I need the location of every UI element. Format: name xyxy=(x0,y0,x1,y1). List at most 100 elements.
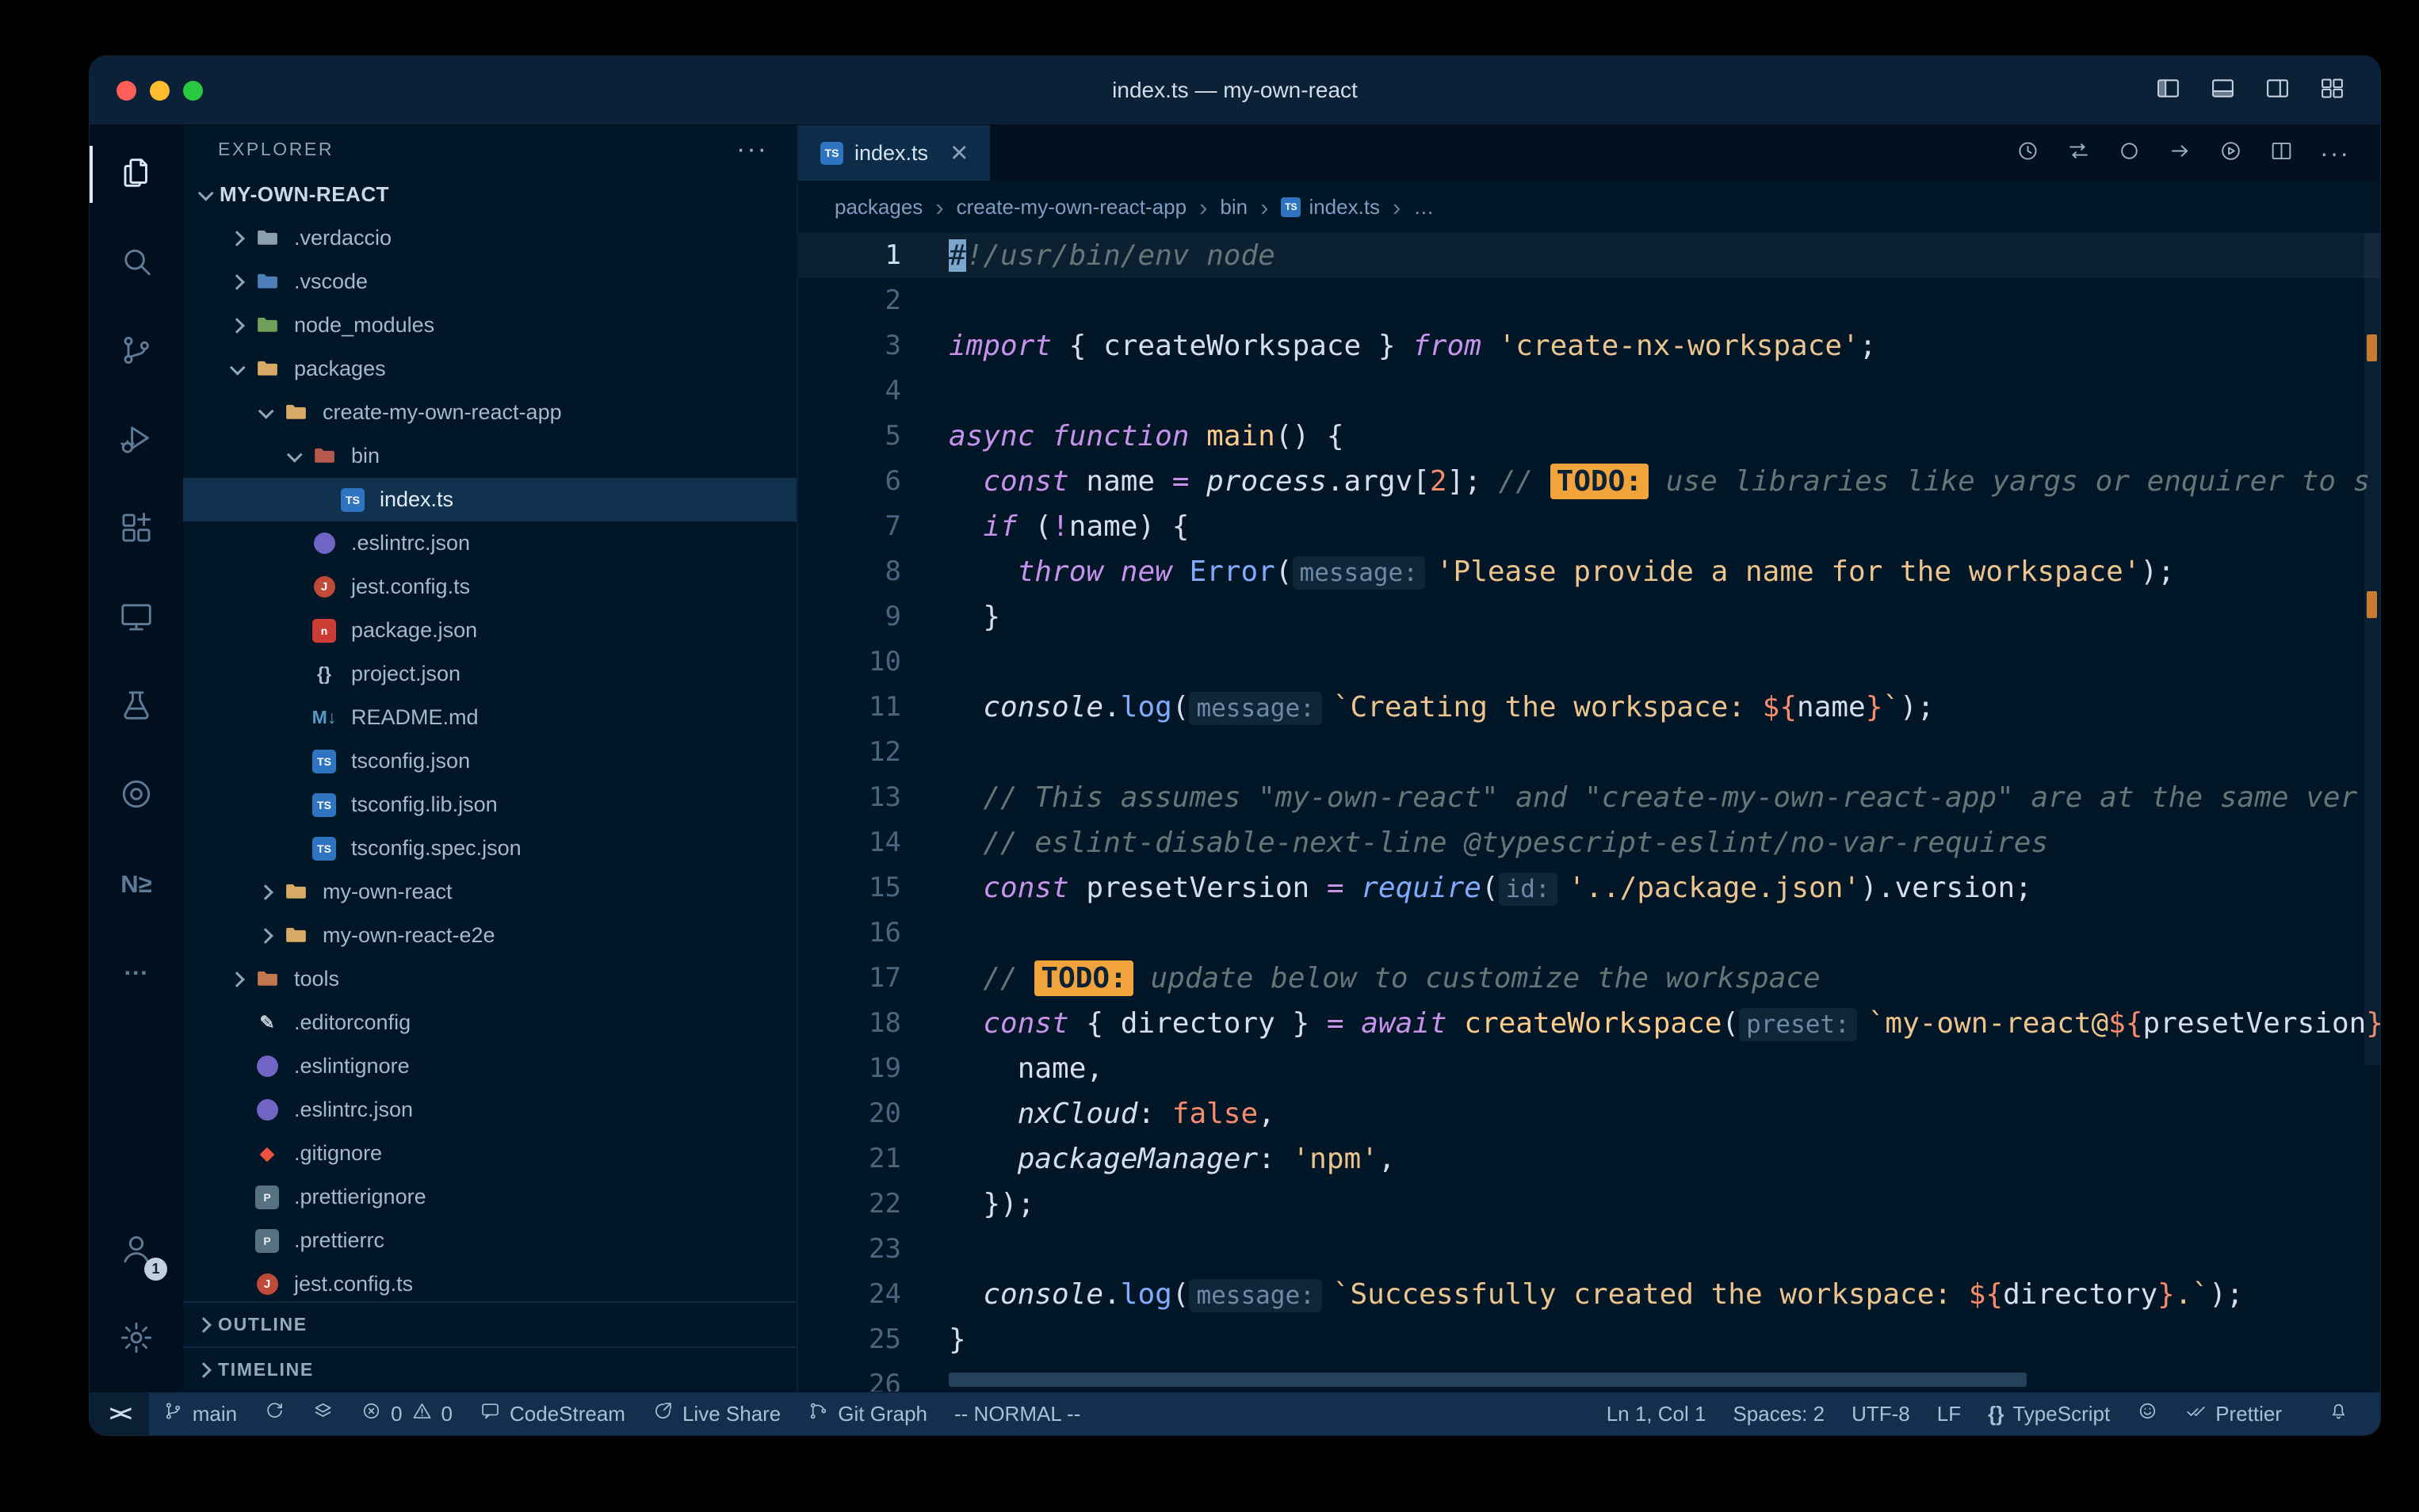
tree-item-project-json[interactable]: {}project.json xyxy=(183,652,797,696)
tree-item-node-modules[interactable]: node_modules xyxy=(183,304,797,347)
layout-grid-button[interactable] xyxy=(2319,75,2345,105)
code-line[interactable]: 11 console.log(message:`Creating the wor… xyxy=(798,685,2380,730)
code-line[interactable]: 2 xyxy=(798,278,2380,323)
tree-item--verdaccio[interactable]: .verdaccio xyxy=(183,216,797,260)
tree-item--prettierrc[interactable]: P.prettierrc xyxy=(183,1219,797,1262)
tree-item-bin[interactable]: bin xyxy=(183,434,797,478)
explorer-more-actions-icon[interactable]: ··· xyxy=(736,134,768,165)
status-cursor-position[interactable]: Ln 1, Col 1 xyxy=(1593,1392,1720,1435)
activity-run-debug[interactable] xyxy=(90,396,183,485)
chevron-down-icon[interactable] xyxy=(251,391,280,434)
tree-item-tsconfig-json[interactable]: TStsconfig.json xyxy=(183,739,797,783)
code-line[interactable]: 16 xyxy=(798,911,2380,956)
breadcrumb-symbol-path[interactable]: … xyxy=(1413,195,1434,220)
code-line[interactable]: 20 nxCloud: false, xyxy=(798,1091,2380,1136)
activity-accounts[interactable]: 1 xyxy=(90,1206,183,1295)
code-line[interactable]: 1#!/usr/bin/env node xyxy=(798,233,2380,278)
activity-testing[interactable] xyxy=(90,662,183,751)
tree-item--vscode[interactable]: .vscode xyxy=(183,260,797,304)
code-line[interactable]: 7 if (!name) { xyxy=(798,504,2380,549)
tree-item-tsconfig-lib-json[interactable]: TStsconfig.lib.json xyxy=(183,783,797,827)
activity-extensions[interactable] xyxy=(90,485,183,574)
status-vim-mode[interactable]: -- NORMAL -- xyxy=(941,1392,1094,1435)
code-line[interactable]: 9 } xyxy=(798,594,2380,640)
code-line[interactable]: 13 // This assumes "my-own-react" and "c… xyxy=(798,775,2380,820)
activity-gitlens[interactable] xyxy=(90,751,183,840)
code-line[interactable]: 14 // eslint-disable-next-line @typescri… xyxy=(798,820,2380,865)
layout-sidebar-left-button[interactable] xyxy=(2155,75,2181,105)
tree-item--eslintignore[interactable]: .eslintignore xyxy=(183,1044,797,1088)
tree-item-readme-md[interactable]: M↓README.md xyxy=(183,696,797,739)
tree-item--eslintrc-json[interactable]: .eslintrc.json xyxy=(183,521,797,565)
status-eol[interactable]: LF xyxy=(1924,1392,1974,1435)
code-line[interactable]: 8 throw new Error(message:'Please provid… xyxy=(798,549,2380,594)
tree-item--gitignore[interactable]: ◆.gitignore xyxy=(183,1132,797,1175)
code-line[interactable]: 25} xyxy=(798,1317,2380,1362)
breadcrumb-index-ts[interactable]: TSindex.ts xyxy=(1281,195,1380,220)
tree-item-jest-config-ts[interactable]: Jjest.config.ts xyxy=(183,1262,797,1301)
breadcrumb-bin[interactable]: bin xyxy=(1220,195,1248,220)
activity-source-control[interactable] xyxy=(90,307,183,396)
chevron-right-icon[interactable] xyxy=(251,914,280,957)
activity-search[interactable] xyxy=(90,219,183,307)
code-line[interactable]: 3import { createWorkspace } from 'create… xyxy=(798,323,2380,368)
status-sync-status[interactable] xyxy=(250,1392,299,1435)
close-button[interactable] xyxy=(117,81,136,101)
activity-nx-console[interactable]: N≥ xyxy=(90,840,183,929)
status-git-graph[interactable]: Git Graph xyxy=(794,1392,941,1435)
tree-item-tsconfig-spec-json[interactable]: TStsconfig.spec.json xyxy=(183,827,797,870)
tree-item-my-own-react-e2e[interactable]: my-own-react-e2e xyxy=(183,914,797,957)
toolbar-open-changes[interactable] xyxy=(2168,139,2192,167)
code-line[interactable]: 15 const presetVersion = require(id:'../… xyxy=(798,865,2380,911)
tree-item--editorconfig[interactable]: ✎.editorconfig xyxy=(183,1001,797,1044)
section-outline[interactable]: OUTLINE xyxy=(183,1301,797,1346)
status-language-mode[interactable]: {}TypeScript xyxy=(1974,1392,2123,1435)
chevron-right-icon[interactable] xyxy=(251,870,280,914)
toolbar-split-editor[interactable] xyxy=(2269,139,2294,167)
tree-item--prettierignore[interactable]: P.prettierignore xyxy=(183,1175,797,1219)
tree-item-my-own-react[interactable]: my-own-react xyxy=(183,870,797,914)
code-line[interactable]: 23 xyxy=(798,1227,2380,1272)
horizontal-scrollbar[interactable] xyxy=(949,1373,2027,1387)
status-codestream[interactable]: CodeStream xyxy=(466,1392,639,1435)
code-line[interactable]: 21 packageManager: 'npm', xyxy=(798,1136,2380,1182)
close-tab-icon[interactable]: × xyxy=(950,138,968,168)
code-line[interactable]: 5async function main() { xyxy=(798,414,2380,459)
code-line[interactable]: 19 name, xyxy=(798,1046,2380,1091)
status-notifications[interactable] xyxy=(2314,1392,2363,1435)
tree-item--eslintrc-json[interactable]: .eslintrc.json xyxy=(183,1088,797,1132)
code-line[interactable]: 18 const { directory } = await createWor… xyxy=(798,1001,2380,1046)
code-line[interactable]: 12 xyxy=(798,730,2380,775)
chevron-right-icon[interactable] xyxy=(223,957,251,1001)
chevron-down-icon[interactable] xyxy=(280,434,308,478)
toolbar-more-actions[interactable]: ··· xyxy=(2320,139,2350,168)
status-gitlens-layers[interactable] xyxy=(299,1392,347,1435)
toolbar-compare-changes[interactable] xyxy=(2066,139,2091,167)
status-remote-indicator[interactable]: >< xyxy=(90,1392,149,1435)
section-timeline[interactable]: TIMELINE xyxy=(183,1346,797,1392)
toolbar-run-file[interactable] xyxy=(2218,139,2243,167)
chevron-right-icon[interactable] xyxy=(223,260,251,304)
tree-item-packages[interactable]: packages xyxy=(183,347,797,391)
code-line[interactable]: 17 // TODO: update below to customize th… xyxy=(798,956,2380,1001)
status-indentation[interactable]: Spaces: 2 xyxy=(1719,1392,1838,1435)
tree-item-create-my-own-react-app[interactable]: create-my-own-react-app xyxy=(183,391,797,434)
breadcrumb-create-my-own-react-app[interactable]: create-my-own-react-app xyxy=(957,195,1187,220)
tree-item-package-json[interactable]: npackage.json xyxy=(183,609,797,652)
code-line[interactable]: 4 xyxy=(798,368,2380,414)
zoom-button[interactable] xyxy=(183,81,203,101)
status-git-branch[interactable]: main xyxy=(149,1392,250,1435)
status-encoding[interactable]: UTF-8 xyxy=(1838,1392,1924,1435)
activity-settings[interactable] xyxy=(90,1295,183,1384)
toolbar-toggle-blame[interactable] xyxy=(2117,139,2142,167)
layout-sidebar-right-button[interactable] xyxy=(2264,75,2291,105)
chevron-down-icon[interactable] xyxy=(223,347,251,391)
status-feedback[interactable] xyxy=(2123,1392,2172,1435)
activity-more-views[interactable]: ··· xyxy=(90,929,183,1018)
tree-item-tools[interactable]: tools xyxy=(183,957,797,1001)
toolbar-timeline[interactable] xyxy=(2016,139,2040,167)
chevron-right-icon[interactable] xyxy=(223,304,251,347)
code-line[interactable]: 24 console.log(message:`Successfully cre… xyxy=(798,1272,2380,1317)
layout-panel-button[interactable] xyxy=(2210,75,2236,105)
activity-remote-explorer[interactable] xyxy=(90,574,183,662)
